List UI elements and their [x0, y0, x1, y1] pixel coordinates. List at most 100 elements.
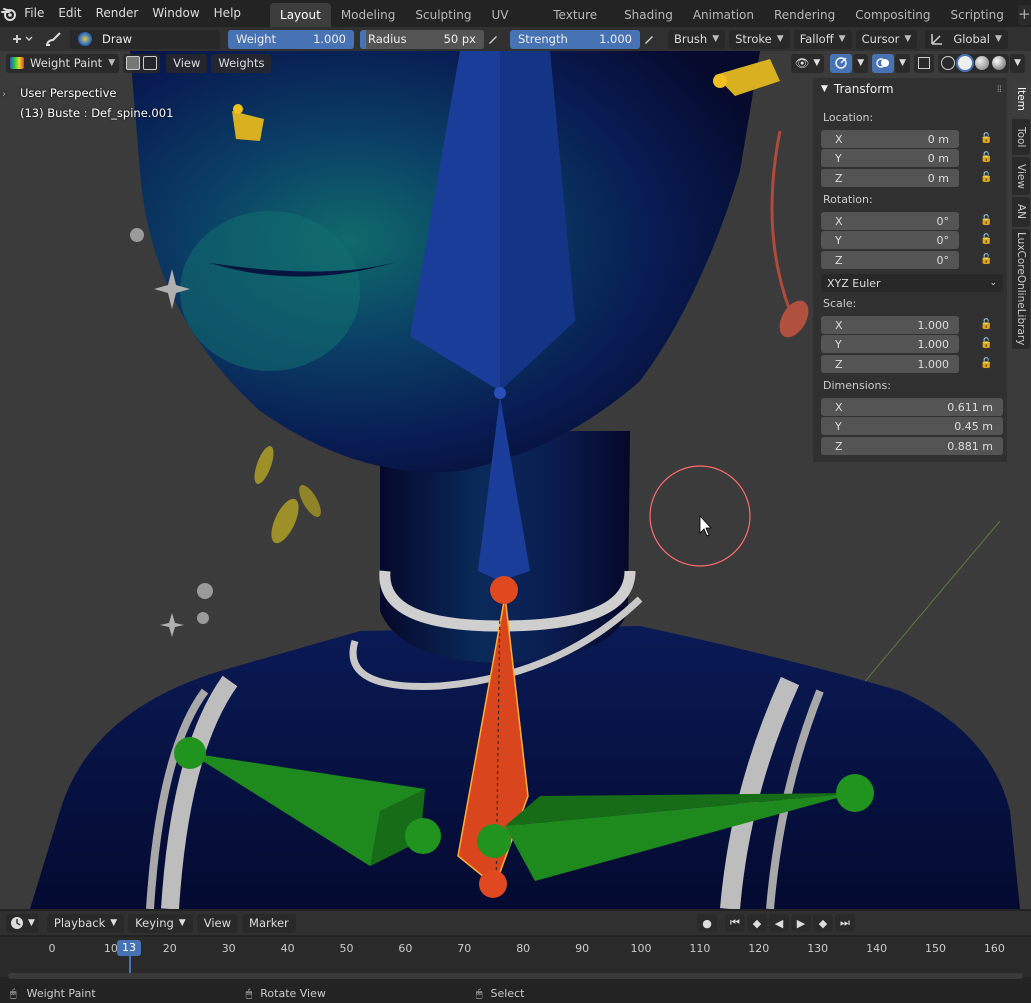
sidebar-tab-view[interactable]: View — [1012, 157, 1030, 195]
overlays-toggle[interactable] — [872, 53, 895, 73]
cursor-dropdown[interactable]: Cursor ▼ — [855, 29, 918, 49]
timeline-ruler[interactable]: 0 10 20 30 40 50 60 70 80 90 100 110 120 130 140 150 160… — [0, 937, 1031, 977]
material-shading-icon[interactable] — [975, 56, 990, 70]
vertex-mask-icon[interactable] — [143, 56, 158, 70]
prev-keyframe-icon[interactable]: ◆ — [747, 914, 767, 932]
keying-menu[interactable]: Keying ▼ — [128, 913, 193, 933]
tab-rendering[interactable]: Rendering — [764, 3, 845, 27]
scale-x-field[interactable]: X 1.000 — [821, 316, 959, 334]
rotation-mode-dropdown[interactable]: XYZ Euler ⌄ — [821, 274, 1003, 292]
3d-viewport[interactable]: Weight Paint ▼ View Weights 👁 ▼ ▼ ▼ ▼ › … — [0, 51, 1031, 909]
shading-dropdown[interactable]: ▼ — [1010, 53, 1025, 73]
sidebar-tab-an[interactable]: AN — [1012, 197, 1030, 227]
wireframe-shading-icon[interactable] — [941, 56, 956, 70]
timeline-editor-type[interactable]: ▼ — [6, 913, 39, 933]
jump-start-icon[interactable]: ⏮ — [725, 914, 745, 932]
lock-icon[interactable]: 🔓 — [980, 338, 992, 350]
mask-toggle-group[interactable] — [123, 53, 161, 73]
lock-icon[interactable]: 🔓 — [980, 234, 992, 246]
scale-z-field[interactable]: Z 1.000 — [821, 355, 959, 373]
tab-shading[interactable]: Shading — [614, 3, 683, 27]
tab-uv-editing[interactable]: UV Editing — [481, 3, 543, 46]
brush-dropdown[interactable]: Brush ▼ — [668, 29, 726, 49]
rotation-z-field[interactable]: Z 0° — [821, 251, 959, 269]
scale-y-field[interactable]: Y 1.000 — [821, 335, 959, 353]
next-keyframe-icon[interactable]: ◆ — [813, 914, 833, 932]
mouse-middle-icon: 🖱 — [245, 986, 253, 1000]
rendered-shading-icon[interactable] — [992, 56, 1007, 70]
record-icon[interactable]: ● — [697, 914, 717, 932]
tab-compositing[interactable]: Compositing — [845, 3, 940, 27]
tab-layout[interactable]: Layout — [270, 3, 331, 27]
dimensions-z-field[interactable]: Z 0.881 m — [821, 437, 1003, 455]
tab-animation[interactable]: Animation — [683, 3, 764, 27]
tab-sculpting[interactable]: Sculpting — [405, 3, 481, 27]
sidebar-tab-tool[interactable]: Tool — [1012, 119, 1030, 155]
axis-label: X — [835, 132, 843, 146]
lock-icon[interactable]: 🔓 — [980, 358, 992, 370]
lock-icon[interactable]: 🔓 — [980, 215, 992, 227]
menu-window[interactable]: Window — [145, 0, 206, 27]
sidebar-tab-item[interactable]: Item — [1012, 81, 1030, 117]
gizmo-toggle[interactable] — [830, 53, 853, 73]
menu-render[interactable]: Render — [89, 0, 146, 27]
stroke-dropdown[interactable]: Stroke ▼ — [729, 29, 790, 49]
current-frame-badge[interactable]: 13 — [117, 940, 141, 956]
chevron-down-icon: ▼ — [28, 918, 35, 928]
transform-panel-header[interactable]: ▼ Transform ⁞⁞ — [813, 78, 1007, 100]
radius-pressure-icon[interactable] — [484, 30, 502, 48]
gizmo-dropdown[interactable]: ▼ — [853, 53, 869, 73]
dimensions-x-field[interactable]: X 0.611 m — [821, 398, 1003, 416]
drag-handle-icon[interactable]: ⁞⁞ — [997, 84, 1002, 95]
solid-shading-icon[interactable] — [958, 56, 973, 70]
view-menu[interactable]: View — [166, 53, 208, 73]
strength-slider[interactable]: Strength 1.000 — [510, 29, 640, 49]
marker-menu[interactable]: Marker — [242, 913, 296, 933]
sidebar-tab-luxcore[interactable]: LuxCoreOnlineLibrary — [1012, 229, 1030, 349]
lock-icon[interactable]: 🔓 — [980, 254, 992, 266]
lock-icon[interactable]: 🔓 — [980, 172, 992, 184]
radius-slider[interactable]: Radius 50 px — [360, 29, 484, 49]
bone-shoulder-right-head — [477, 824, 511, 858]
chevron-down-icon: ▼ — [899, 58, 907, 68]
tab-scripting[interactable]: Scripting — [941, 3, 1014, 27]
play-reverse-icon[interactable]: ◀ — [769, 914, 789, 932]
strength-pressure-icon[interactable] — [640, 30, 658, 48]
play-icon[interactable]: ▶ — [791, 914, 811, 932]
brush-name-field[interactable]: Draw — [70, 29, 220, 49]
editor-type-icon[interactable] — [6, 30, 40, 48]
weight-slider[interactable]: Weight 1.000 — [228, 29, 354, 49]
menu-file[interactable]: File — [17, 0, 51, 27]
menu-edit[interactable]: Edit — [51, 0, 88, 27]
brush-tool-icon[interactable] — [40, 30, 66, 48]
lock-icon[interactable]: 🔓 — [980, 133, 992, 145]
location-x-field[interactable]: X 0 m — [821, 130, 959, 148]
xray-toggle[interactable] — [914, 53, 935, 73]
tab-texture-paint[interactable]: Texture Paint — [543, 3, 614, 46]
playback-menu[interactable]: Playback ▼ — [46, 913, 125, 933]
lock-icon[interactable]: 🔓 — [980, 152, 992, 164]
timeline-view-menu[interactable]: View — [196, 913, 239, 933]
add-workspace-button[interactable]: + — [1017, 5, 1031, 25]
dimensions-y-field[interactable]: Y 0.45 m — [821, 417, 1003, 435]
rotation-y-field[interactable]: Y 0° — [821, 231, 959, 249]
weights-menu[interactable]: Weights — [211, 53, 272, 73]
falloff-dropdown-label: Falloff — [799, 32, 834, 46]
timeline-scrollbar[interactable] — [8, 973, 1023, 979]
visibility-dropdown[interactable]: 👁 ▼ — [790, 53, 825, 73]
toolbar-expand-icon[interactable]: › — [2, 89, 6, 100]
rotation-x-field[interactable]: X 0° — [821, 212, 959, 230]
lock-icon[interactable]: 🔓 — [980, 319, 992, 331]
blender-logo-icon[interactable] — [0, 0, 17, 27]
tab-modeling[interactable]: Modeling — [331, 3, 406, 27]
overlays-dropdown[interactable]: ▼ — [895, 53, 911, 73]
face-mask-icon[interactable] — [126, 56, 141, 70]
falloff-dropdown[interactable]: Falloff ▼ — [793, 29, 852, 49]
jump-end-icon[interactable]: ⏭ — [835, 914, 855, 932]
location-y-field[interactable]: Y 0 m — [821, 149, 959, 167]
weight-paint-mode-dropdown[interactable]: Weight Paint ▼ — [6, 53, 120, 73]
orientation-dropdown[interactable]: Global ▼ — [925, 29, 1008, 49]
weight-value: 1.000 — [313, 32, 346, 46]
location-z-field[interactable]: Z 0 m — [821, 169, 959, 187]
menu-help[interactable]: Help — [207, 0, 248, 27]
